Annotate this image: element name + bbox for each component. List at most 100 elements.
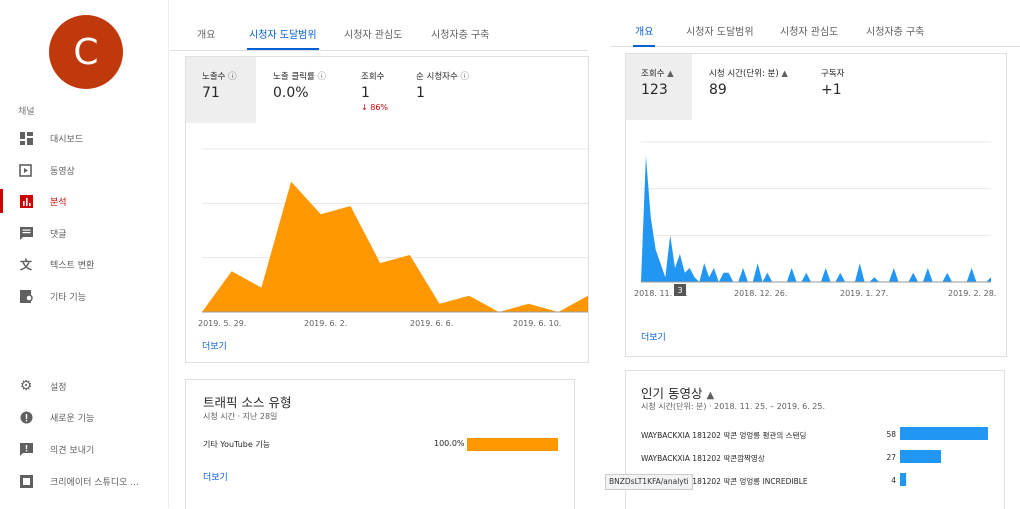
metric-label: 시청 시간(단위: 분): [709, 69, 779, 79]
status-url-tooltip: BNZDsLT1KFA/analyti: [605, 474, 693, 490]
left-tab-bar: 개요 시청자 도달범위 시청자 관심도 시청자층 구축: [170, 0, 588, 51]
video-row-label[interactable]: WAYBACKXIA 181202 딱콘 엉엉릉 평관의 스탠딩: [641, 430, 806, 441]
channel-avatar[interactable]: C: [49, 15, 123, 89]
tab-engagement[interactable]: 시청자 관심도: [780, 23, 838, 38]
sidebar-item-videos[interactable]: 동영상: [0, 158, 168, 182]
sidebar-item-label: 댓글: [50, 229, 67, 240]
metric-watch-time[interactable]: 시청 시간(단위: 분) ▲ 89: [709, 54, 819, 120]
new-feature-icon: [19, 410, 33, 424]
more-link[interactable]: 더보기: [203, 470, 228, 483]
bar: [900, 473, 907, 486]
bar: [900, 450, 941, 463]
translate-icon: 文: [19, 257, 32, 272]
metric-value: 71: [202, 85, 220, 101]
sidebar-item-creator-studio[interactable]: 크리에이터 스튜디오 ...: [0, 469, 168, 493]
analytics-icon: [19, 194, 33, 208]
sidebar-item-label: 새로운 기능: [50, 413, 95, 424]
video-row-value: 4: [891, 476, 896, 485]
tab-reach[interactable]: 시청자 도달범위: [247, 26, 319, 50]
metric-unique-viewers[interactable]: 순 시청자수 ⓘ 1: [416, 57, 496, 123]
sidebar-item-whats-new[interactable]: 새로운 기능: [0, 405, 168, 429]
card-subtitle: 시청 시간 · 지난 28일: [203, 412, 278, 421]
card-title: 트래픽 소스 유형: [203, 395, 292, 410]
other-features-icon: [19, 289, 33, 303]
card-title: 인기 동영상: [641, 386, 703, 401]
metric-value: 0.0%: [273, 85, 309, 101]
sidebar-item-label: 분석: [50, 197, 67, 208]
info-icon: ⓘ: [460, 72, 470, 82]
bar: [467, 438, 558, 451]
chart-marker-label: 3: [677, 285, 683, 295]
video-row-value: 58: [886, 430, 896, 439]
tab-audience[interactable]: 시청자층 구축: [866, 23, 924, 38]
x-tick-label: 2019. 6. 6.: [410, 319, 453, 328]
left-metrics-card: 노출수 ⓘ 71 노출 클릭률 ⓘ 0.0% 조회수 1 ↓ 86% 순 시청자…: [185, 56, 589, 363]
x-tick-label: 2019. 2. 28.: [948, 289, 996, 298]
gear-icon: ⚙: [19, 378, 33, 394]
sidebar-item-label: 크리에이터 스튜디오 ...: [50, 477, 139, 488]
metric-value: 123: [641, 82, 668, 98]
status-url-text: BNZDsLT1KFA/analyti: [609, 477, 689, 486]
metric-ctr[interactable]: 노출 클릭률 ⓘ 0.0%: [273, 57, 353, 123]
series-area: [641, 156, 991, 282]
metric-label: 조회수: [641, 69, 665, 79]
metric-label: 구독자: [821, 69, 845, 79]
creator-studio-icon: [19, 474, 33, 488]
metric-label: 순 시청자수: [416, 72, 458, 82]
info-icon: ⓘ: [228, 72, 237, 82]
video-row-value: 27: [886, 453, 896, 462]
chart-marker[interactable]: 3: [674, 284, 686, 296]
sidebar-item-label: 의견 보내기: [50, 445, 95, 456]
sidebar-item-settings[interactable]: ⚙ 설정: [0, 374, 168, 398]
sidebar-item-label: 기타 기능: [50, 292, 86, 303]
metric-value: 89: [709, 82, 727, 98]
traffic-row-value: 100.0%: [434, 439, 465, 448]
metric-impressions[interactable]: 노출수 ⓘ 71: [186, 57, 256, 123]
tab-overview[interactable]: 개요: [197, 26, 215, 41]
bar: [900, 427, 988, 440]
warning-icon: ▲: [781, 69, 788, 79]
tab-audience[interactable]: 시청자층 구축: [431, 26, 489, 41]
x-tick-label: 2019. 6. 10.: [513, 319, 561, 328]
video-icon: [19, 163, 33, 177]
right-metrics-card: 조회수 ▲ 123 시청 시간(단위: 분) ▲ 89 구독자 +1 2018.…: [625, 53, 1007, 357]
traffic-bar-chart: [467, 438, 558, 451]
x-tick-label: 2018. 12. 26.: [734, 289, 787, 298]
sidebar-item-other-features[interactable]: 기타 기능: [0, 284, 168, 308]
sidebar-item-label: 텍스트 변환: [50, 260, 95, 271]
sidebar: C 채널 대시보드 동영상 분석 댓글 文 텍스트 변환 기타 기능 ⚙ 설정 …: [0, 0, 169, 508]
sidebar-item-comments[interactable]: 댓글: [0, 221, 168, 245]
x-tick-label: 2019. 6. 2.: [304, 319, 347, 328]
sidebar-section-label: 채널: [18, 107, 35, 117]
tab-overview[interactable]: 개요: [632, 23, 656, 47]
warning-icon: ▲: [667, 69, 674, 79]
sidebar-item-transcriptions[interactable]: 文 텍스트 변환: [0, 252, 168, 276]
impressions-chart: 2019. 5. 29. 2019. 6. 2. 2019. 6. 6. 2019. …: [198, 148, 588, 328]
traffic-source-card: 트래픽 소스 유형 시청 시간 · 지난 28일 기타 YouTube 기능 1…: [185, 379, 575, 509]
tab-reach[interactable]: 시청자 도달범위: [686, 23, 754, 38]
tab-engagement[interactable]: 시청자 관심도: [344, 26, 402, 41]
metric-subscribers[interactable]: 구독자 +1: [821, 54, 881, 120]
metric-value: +1: [821, 82, 842, 98]
comment-icon: [19, 226, 33, 240]
series-area: [202, 181, 588, 312]
metric-views[interactable]: 조회수 ▲ 123: [626, 54, 692, 120]
metric-value: 1: [361, 85, 370, 101]
more-link[interactable]: 더보기: [202, 339, 227, 352]
metric-label: 노출수: [202, 72, 226, 82]
avatar-letter: C: [73, 31, 99, 73]
metric-label: 조회수: [361, 72, 385, 82]
traffic-row-label: 기타 YouTube 기능: [203, 440, 271, 449]
metric-views[interactable]: 조회수 1 ↓ 86%: [361, 57, 411, 123]
metric-label: 노출 클릭률: [273, 72, 315, 82]
more-link[interactable]: 더보기: [641, 330, 666, 343]
sidebar-item-label: 설정: [50, 382, 67, 393]
sidebar-item-dashboard[interactable]: 대시보드: [0, 126, 168, 150]
video-row-label[interactable]: WAYBACKXIA 181202 딱콘깜짝영상: [641, 453, 765, 464]
sidebar-item-feedback[interactable]: 의견 보내기: [0, 437, 168, 461]
sidebar-item-analytics[interactable]: 분석: [0, 189, 168, 213]
sidebar-item-label: 동영상: [50, 166, 75, 177]
x-tick-label: 2019. 1. 27.: [840, 289, 888, 298]
feedback-icon: [19, 442, 33, 456]
metric-value: 1: [416, 85, 425, 101]
